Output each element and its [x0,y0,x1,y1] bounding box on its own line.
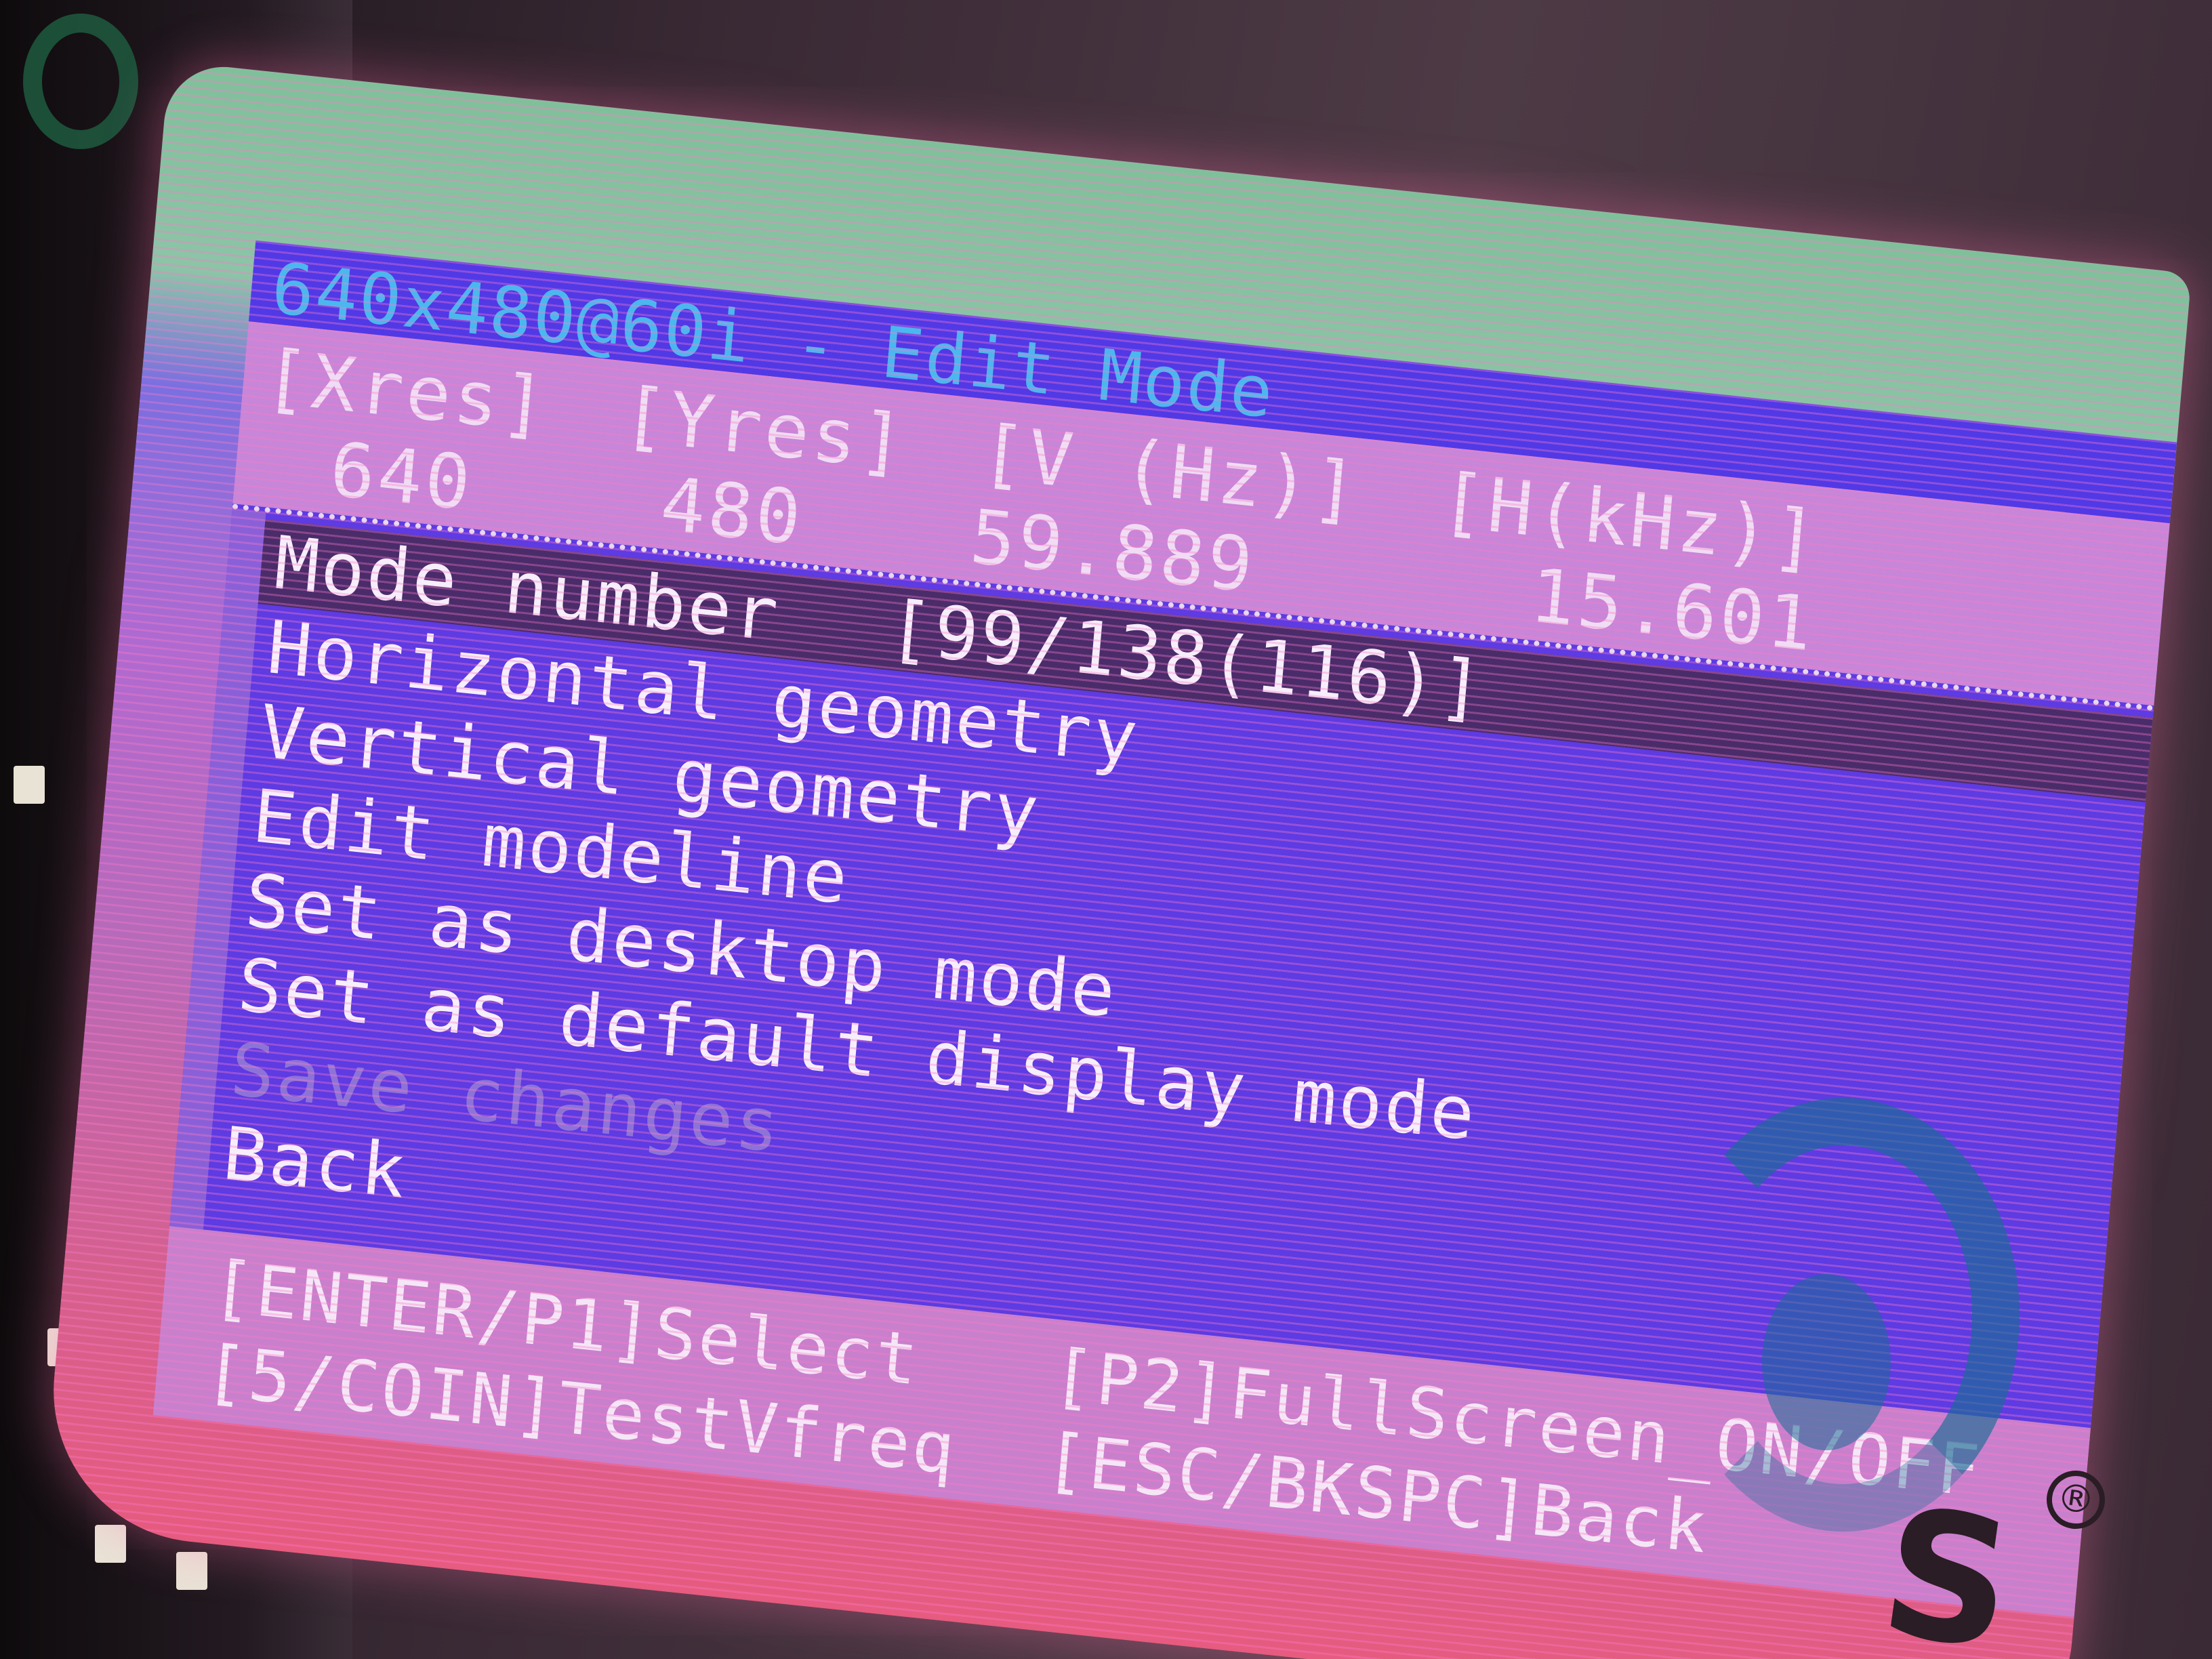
bezel-label [176,1552,207,1590]
bezel-label [14,766,45,804]
photo-background: 640x480@60i - Edit Mode [Xres] [Yres] [V… [0,0,2212,1659]
bezel-label [95,1525,126,1563]
watermark-dot-icon [1762,1274,1891,1450]
bezel-logo-icon [23,14,138,149]
